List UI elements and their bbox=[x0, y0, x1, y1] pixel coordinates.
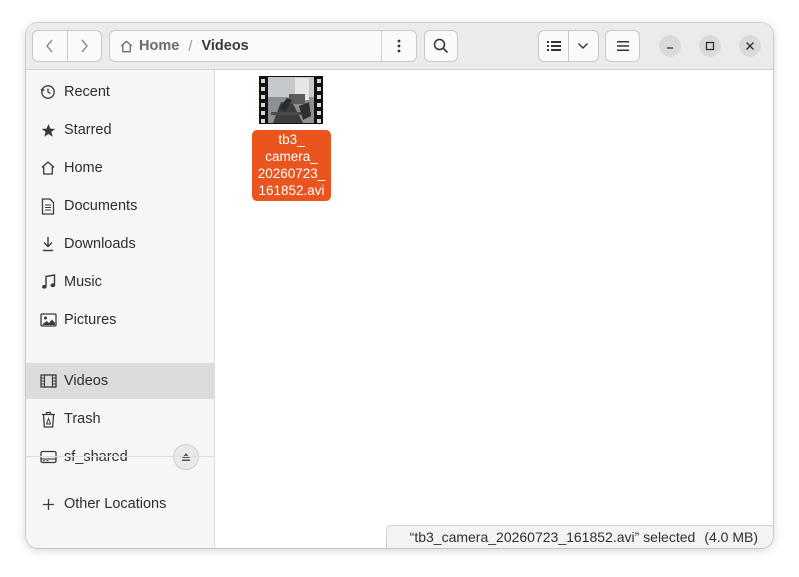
eject-button[interactable] bbox=[173, 444, 199, 470]
file-name-line: tb3_ bbox=[278, 132, 305, 147]
breadcrumb-current[interactable]: Videos bbox=[201, 38, 248, 54]
view-buttons bbox=[538, 30, 599, 62]
header-bar: Home / Videos bbox=[26, 23, 773, 70]
sidebar-item-label: Other Locations bbox=[64, 496, 167, 512]
sidebar-item-music[interactable]: Music bbox=[26, 264, 214, 300]
close-button[interactable] bbox=[739, 35, 761, 57]
search-button[interactable] bbox=[424, 30, 458, 62]
sidebar-item-downloads[interactable]: Downloads bbox=[26, 226, 214, 262]
music-icon bbox=[39, 273, 57, 291]
star-icon bbox=[39, 121, 57, 139]
vertical-ellipsis-icon bbox=[397, 39, 401, 53]
sidebar-item-label: Trash bbox=[64, 411, 101, 427]
picture-icon bbox=[39, 311, 57, 329]
drive-icon bbox=[39, 448, 57, 466]
sidebar-divider bbox=[26, 456, 214, 457]
chevron-right-icon bbox=[81, 39, 89, 53]
navigation-buttons bbox=[32, 30, 102, 62]
breadcrumb-home[interactable]: Home bbox=[139, 38, 179, 54]
home-icon bbox=[120, 40, 133, 52]
list-view-icon bbox=[546, 41, 561, 51]
sidebar-item-label: Documents bbox=[64, 198, 138, 214]
sidebar-item-documents[interactable]: Documents bbox=[26, 188, 214, 224]
sidebar-item-label: Downloads bbox=[64, 236, 136, 252]
maximize-icon bbox=[705, 41, 715, 51]
breadcrumb-separator: / bbox=[188, 37, 193, 55]
status-bar: “tb3_camera_20260723_161852.avi” selecte… bbox=[386, 525, 773, 548]
plus-icon bbox=[39, 495, 57, 513]
sidebar-item-label: Pictures bbox=[64, 312, 117, 328]
chevron-down-icon bbox=[578, 43, 589, 49]
status-size: (4.0 MB) bbox=[704, 529, 758, 545]
list-view-button[interactable] bbox=[539, 31, 568, 61]
path-bar: Home / Videos bbox=[109, 30, 417, 62]
eject-icon bbox=[182, 453, 190, 461]
view-options-button[interactable] bbox=[569, 31, 598, 61]
sidebar-item-home[interactable]: Home bbox=[26, 150, 214, 186]
status-text: “tb3_camera_20260723_161852.avi” selecte… bbox=[409, 529, 696, 545]
home-icon bbox=[39, 159, 57, 177]
minimize-button[interactable] bbox=[659, 35, 681, 57]
sidebar-item-label: Videos bbox=[64, 373, 109, 389]
file-view[interactable]: tb3_ camera_ 20260723_ 161852.avi bbox=[215, 70, 773, 548]
clock-icon bbox=[39, 83, 57, 101]
sidebar-item-other-locations[interactable]: Other Locations bbox=[26, 486, 214, 522]
sidebar-item-label: Home bbox=[64, 160, 103, 176]
document-icon bbox=[39, 197, 57, 215]
maximize-button[interactable] bbox=[699, 35, 721, 57]
sidebar-item-videos[interactable]: Videos bbox=[26, 363, 214, 399]
sidebar-item-pictures[interactable]: Pictures bbox=[26, 302, 214, 338]
search-icon bbox=[433, 38, 449, 54]
file-name-line: 20260723_ bbox=[257, 166, 326, 181]
download-icon bbox=[39, 235, 57, 253]
trash-icon bbox=[39, 410, 57, 428]
sidebar-item-label: Music bbox=[64, 274, 102, 290]
forward-button[interactable] bbox=[67, 31, 101, 61]
sidebar-item-recent[interactable]: Recent bbox=[26, 74, 214, 110]
path-menu-button[interactable] bbox=[381, 31, 416, 61]
sidebar: Recent Starred Home Documents Downloads … bbox=[26, 70, 215, 548]
film-icon bbox=[39, 372, 57, 390]
file-name-label[interactable]: tb3_ camera_ 20260723_ 161852.avi bbox=[252, 130, 331, 201]
sidebar-item-trash[interactable]: Trash bbox=[26, 401, 214, 437]
minimize-icon bbox=[667, 47, 673, 49]
main-menu-button[interactable] bbox=[605, 30, 640, 62]
hamburger-menu-icon bbox=[616, 41, 629, 51]
breadcrumb: Home / Videos bbox=[110, 31, 381, 61]
sidebar-item-label: Starred bbox=[64, 122, 112, 138]
video-thumbnail bbox=[259, 76, 323, 124]
file-name-line: camera_ bbox=[265, 149, 318, 164]
sidebar-item-label: sf_shared bbox=[64, 449, 128, 465]
back-button[interactable] bbox=[33, 31, 67, 61]
file-manager-window: Home / Videos Recent Starred Home Docume… bbox=[26, 23, 773, 548]
sidebar-item-sf-shared[interactable]: sf_shared bbox=[26, 439, 214, 475]
chevron-left-icon bbox=[45, 39, 53, 53]
file-name-line: 161852.avi bbox=[258, 183, 325, 198]
sidebar-item-label: Recent bbox=[64, 84, 110, 100]
sidebar-item-starred[interactable]: Starred bbox=[26, 112, 214, 148]
close-icon bbox=[746, 42, 754, 50]
